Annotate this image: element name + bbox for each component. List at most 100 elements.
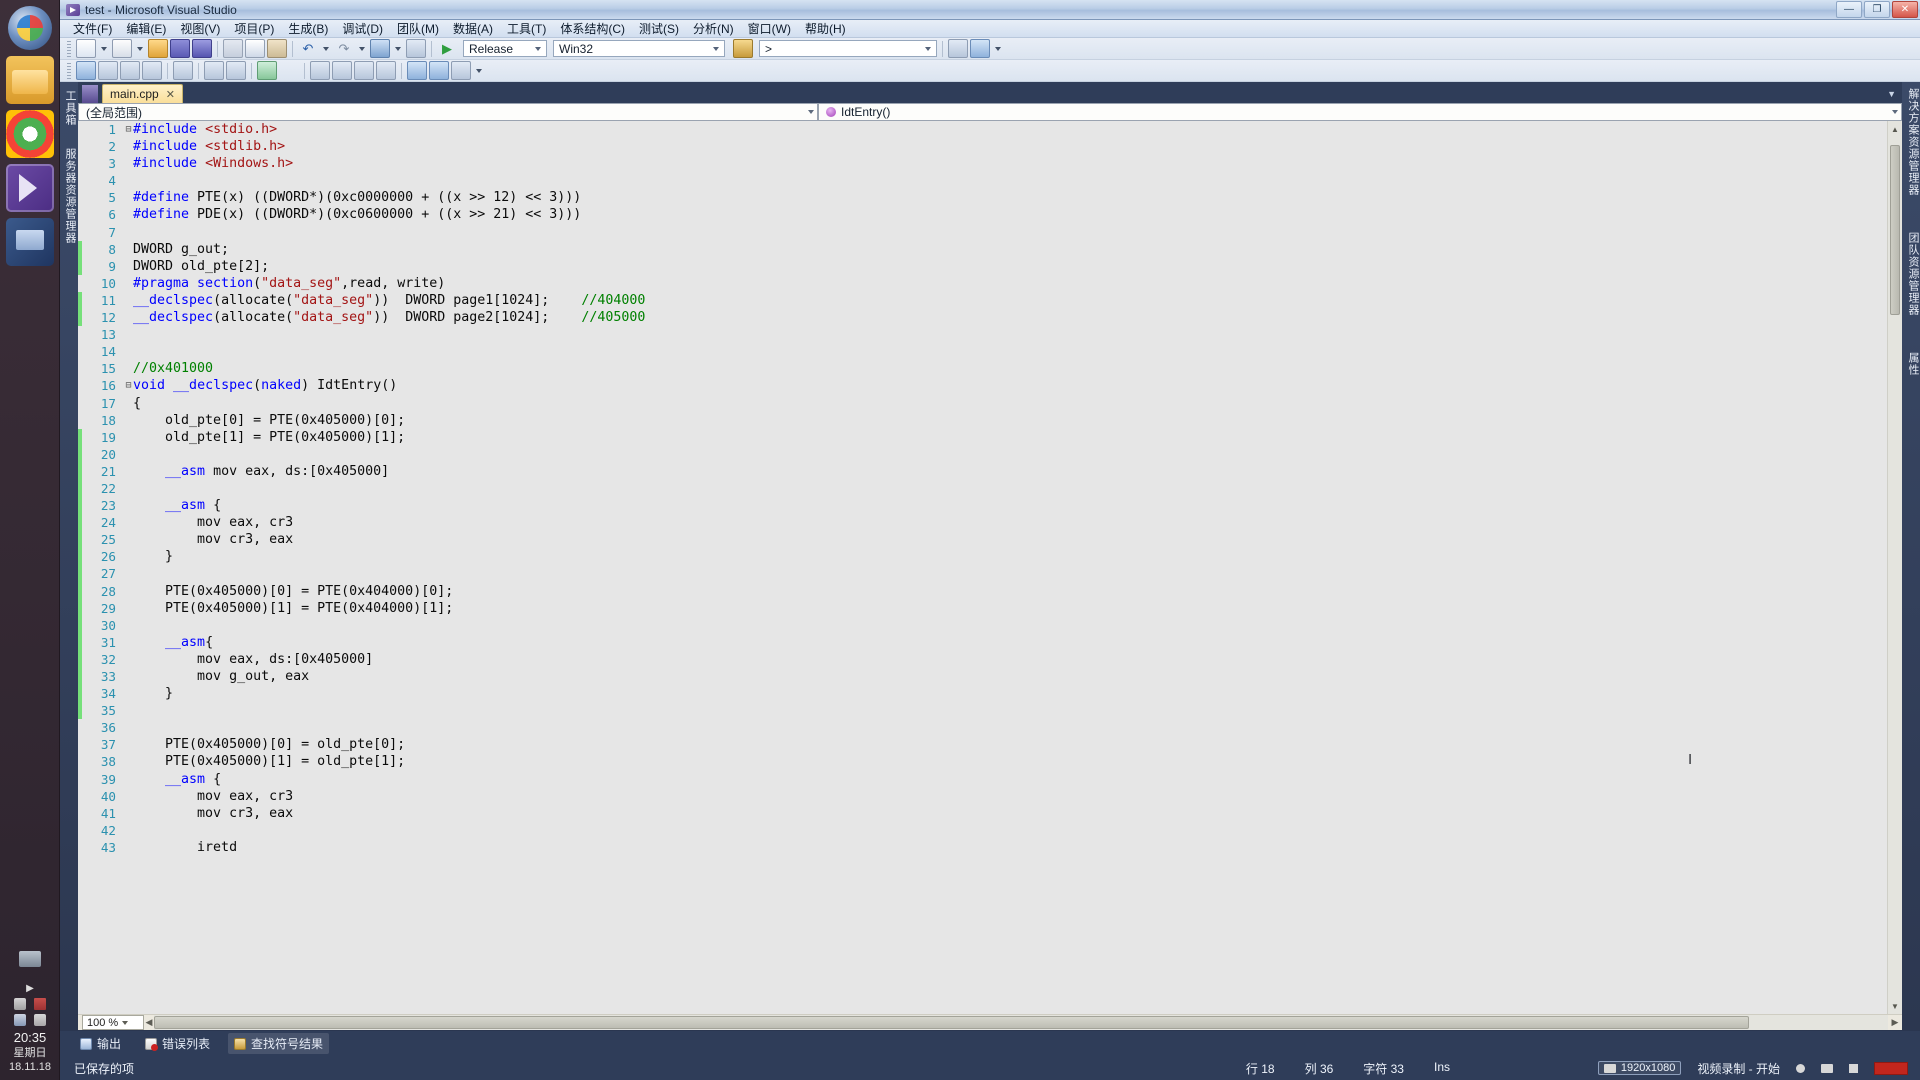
scroll-up-icon[interactable]: ▲ [1888,121,1902,137]
chevron-down-icon[interactable]: ▼ [1887,89,1896,99]
code-line[interactable]: 8 DWORD g_out; [78,240,1902,258]
code-line[interactable]: 16 ⊟ void __declspec(naked) IdtEntry() [78,377,1902,394]
tray-keyboard-row[interactable] [0,998,60,1010]
chevron-down-icon[interactable] [995,46,1001,51]
member-dropdown[interactable]: IdtEntry() [818,103,1902,121]
menu-view[interactable]: 视图(V) [173,19,227,38]
chevron-right-icon[interactable]: ▶ [26,983,34,994]
scope-dropdown[interactable]: (全局范围) [78,103,818,121]
more-tools-icon[interactable] [451,61,471,80]
code-line[interactable]: 38 PTE(0x405000)[1] = old_pte[1]; [78,753,1902,770]
maximize-button[interactable]: ❐ [1864,1,1890,18]
display-tags-icon[interactable] [76,61,96,80]
horizontal-scrollbar-thumb[interactable] [154,1016,1750,1029]
chevron-down-icon[interactable] [535,46,541,51]
paste-icon[interactable] [267,39,287,58]
code-line[interactable]: 2 #include <stdlib.h> [78,138,1902,155]
code-line[interactable]: 42 [78,822,1902,839]
code-line[interactable]: 19 old_pte[1] = PTE(0x405000)[1]; [78,428,1902,446]
pointer-icon[interactable] [120,61,140,80]
copy-icon[interactable] [245,39,265,58]
panel-tab-error-list[interactable]: 错误列表 [139,1033,216,1054]
menu-build[interactable]: 生成(B) [281,19,335,38]
code-line[interactable]: 17 { [78,395,1902,412]
minimize-button[interactable]: — [1836,1,1862,18]
code-line[interactable]: 41 mov cr3, eax [78,805,1902,822]
menu-architecture[interactable]: 体系结构(C) [553,19,632,38]
clear-bookmarks-icon[interactable] [279,61,299,80]
code-line[interactable]: 30 [78,616,1902,634]
code-line[interactable]: 21 __asm mov eax, ds:[0x405000] [78,462,1902,480]
menu-test[interactable]: 测试(S) [632,19,686,38]
code-line[interactable]: 10 #pragma section("data_seg",read, write… [78,275,1902,292]
code-line[interactable]: 13 [78,326,1902,343]
code-lines[interactable]: 1 ⊟ #include <stdio.h> 2 #include <stdlib.h>… [78,121,1902,856]
navigate-backward-icon[interactable] [370,39,390,58]
horizontal-scrollbar[interactable] [154,1015,1888,1030]
code-line[interactable]: 28 PTE(0x405000)[0] = PTE(0x404000)[0]; [78,582,1902,600]
configuration-dropdown[interactable]: Release [463,40,547,57]
code-line[interactable]: 26 } [78,548,1902,566]
start-debug-icon[interactable]: ▶ [437,39,457,58]
navigate-forward-icon[interactable] [406,39,426,58]
toolbox-icon[interactable] [948,39,968,58]
bluetooth-icon[interactable] [14,1014,26,1026]
code-line[interactable]: 9 DWORD old_pte[2]; [78,257,1902,275]
menu-window[interactable]: 窗口(W) [741,19,798,38]
chevron-down-icon[interactable] [476,68,482,73]
cut-icon[interactable] [223,39,243,58]
menu-tools[interactable]: 工具(T) [500,19,553,38]
code-line[interactable]: 23 __asm { [78,497,1902,515]
properties-window-icon[interactable] [970,39,990,58]
menu-team[interactable]: 团队(M) [390,19,446,38]
toggle-bookmark-icon[interactable] [257,61,277,80]
chevron-down-icon[interactable] [1892,110,1898,114]
increase-indent-icon[interactable] [226,61,246,80]
chevron-down-icon[interactable] [122,1020,129,1025]
stop-icon[interactable] [1849,1063,1858,1073]
menu-file[interactable]: 文件(F) [66,19,119,38]
scroll-right-icon[interactable]: ▶ [1888,1017,1902,1028]
code-line[interactable]: 29 PTE(0x405000)[1] = PTE(0x404000)[1]; [78,599,1902,617]
tray-volume-row[interactable] [0,1014,60,1026]
printer-icon[interactable] [19,951,41,967]
chevron-down-icon[interactable] [101,46,107,51]
code-line[interactable]: 15 //0x401000 [78,360,1902,377]
quick-find-input[interactable]: > [759,40,937,57]
code-line[interactable]: 43 iretd [78,839,1902,856]
code-line[interactable]: 35 [78,702,1902,720]
chevron-down-icon[interactable] [808,110,814,114]
team-explorer-tab-label[interactable]: 团队资源管理器 [1905,232,1920,316]
clock-time[interactable]: 20:35 [0,1030,60,1046]
code-line[interactable]: 3 #include <Windows.h> [78,155,1902,172]
code-line[interactable]: 7 [78,224,1902,241]
vm-icon[interactable] [5,218,54,266]
record-dot-icon[interactable] [1796,1063,1805,1073]
menu-edit[interactable]: 编辑(E) [119,19,173,38]
code-line[interactable]: 11 __declspec(allocate("data_seg")) DWORD… [78,291,1902,310]
menu-debug[interactable]: 调试(D) [335,19,390,38]
zoom-dropdown[interactable]: 100 % [82,1015,144,1030]
code-line[interactable]: 20 [78,445,1902,463]
toolbox-tab-label[interactable]: 工具箱 [62,90,78,126]
scroll-left-icon[interactable]: ◀ [144,1017,154,1028]
code-line[interactable]: 14 [78,343,1902,360]
chevron-down-icon[interactable] [323,46,329,51]
panel-tab-find-symbol-results[interactable]: 查找符号结果 [228,1033,330,1054]
code-line[interactable]: 25 mov cr3, eax [78,531,1902,549]
menu-project[interactable]: 项目(P) [227,19,281,38]
decrease-indent-icon[interactable] [204,61,224,80]
vertical-scrollbar[interactable]: ▲ ▼ [1887,121,1902,1014]
chevron-down-icon[interactable] [925,46,931,51]
dock-expand-row[interactable]: ▶ [0,983,60,994]
redo-icon[interactable]: ↷ [334,39,354,58]
menu-analyze[interactable]: 分析(N) [686,19,741,38]
toolbar-grip[interactable] [67,62,71,79]
code-line[interactable]: 32 mov eax, ds:[0x405000] [78,650,1902,668]
scroll-down-icon[interactable]: ▼ [1888,998,1902,1014]
vertical-scrollbar-thumb[interactable] [1890,145,1900,315]
server-explorer-tab-label[interactable]: 服务器资源管理器 [62,148,78,244]
align-right-icon[interactable] [429,61,449,80]
code-line[interactable]: 4 [78,172,1902,189]
code-line[interactable]: 5 #define PTE(x) ((DWORD*)(0xc0000000 + (… [78,189,1902,206]
